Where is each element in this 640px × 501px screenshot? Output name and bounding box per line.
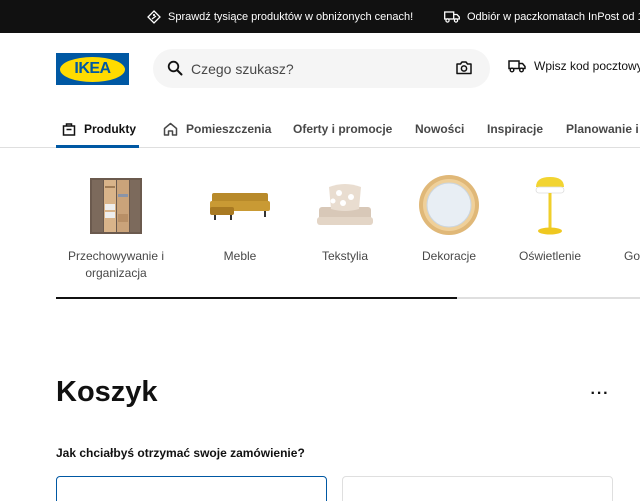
logo-text: IKEA: [74, 60, 111, 77]
tab-nowosci[interactable]: Nowości: [415, 110, 464, 148]
postcode-button[interactable]: Wpisz kod pocztowy: [508, 59, 640, 73]
mirror-image: [399, 170, 499, 240]
category-partial-label: Go: [624, 249, 640, 263]
ikea-logo[interactable]: IKEA: [56, 53, 129, 85]
delivery-option-2[interactable]: [342, 476, 613, 501]
category-storage[interactable]: Przechowywanie i organizacja: [66, 170, 166, 282]
promo-discounts-text: Sprawdź tysiące produktów w obniżonych c…: [168, 10, 414, 23]
tab-pomieszczenia[interactable]: Pomieszczenia: [163, 110, 271, 148]
tag-icon: [147, 9, 161, 24]
category-lighting-label: Oświetlenie: [518, 249, 582, 263]
tab-inspiracje[interactable]: Inspiracje: [487, 110, 543, 148]
tab-planowanie-label: Planowanie i: [566, 122, 639, 136]
page-title: Koszyk: [56, 376, 158, 408]
promo-inpost-text: Odbiór w paczkomatach InPost od 1,-: [467, 10, 640, 23]
tab-oferty-label: Oferty i promocje: [293, 122, 393, 136]
category-furniture[interactable]: Meble: [190, 170, 290, 265]
more-options-button[interactable]: ···: [584, 380, 616, 408]
promo-bar: Sprawdź tysiące produktów w obniżonych c…: [0, 0, 640, 33]
carousel-scroll-thumb[interactable]: [56, 297, 457, 299]
tab-nowosci-label: Nowości: [415, 122, 465, 136]
category-decorations-label: Dekoracje: [421, 249, 477, 263]
tab-produkty[interactable]: Produkty: [62, 110, 136, 148]
category-decorations[interactable]: Dekoracje: [399, 170, 499, 265]
active-tab-indicator: [56, 145, 139, 148]
wardrobe-image: [66, 170, 166, 240]
bag-icon: [62, 123, 76, 136]
delivery-truck-icon: [508, 60, 526, 73]
main-nav: Produkty Pomieszczenia Oferty i promocje…: [0, 110, 640, 148]
lamp-image: [500, 170, 600, 240]
tab-planowanie[interactable]: Planowanie i: [566, 110, 639, 148]
house-icon: [163, 122, 178, 136]
category-partial-image: [620, 170, 640, 240]
category-partial[interactable]: Go: [620, 170, 640, 265]
tab-pomieszczenia-label: Pomieszczenia: [186, 122, 272, 136]
bedding-image: [295, 170, 395, 240]
search-icon: [167, 60, 183, 76]
search-bar[interactable]: [153, 49, 490, 88]
postcode-label: Wpisz kod pocztowy: [534, 59, 640, 73]
tab-oferty[interactable]: Oferty i promocje: [293, 110, 392, 148]
truck-icon: [444, 10, 460, 23]
search-input[interactable]: [191, 57, 441, 80]
delivery-option-1[interactable]: [56, 476, 327, 501]
delivery-question: Jak chciałbyś otrzymać swoje zamówienie?: [56, 446, 305, 460]
tab-produkty-label: Produkty: [84, 122, 137, 136]
category-lighting[interactable]: Oświetlenie: [500, 170, 600, 265]
tab-inspiracje-label: Inspiracje: [487, 122, 544, 136]
category-textiles[interactable]: Tekstylia: [295, 170, 395, 265]
sofa-image: [190, 170, 290, 240]
promo-discounts[interactable]: Sprawdź tysiące produktów w obniżonych c…: [147, 0, 413, 33]
promo-inpost[interactable]: Odbiór w paczkomatach InPost od 1,-: [444, 0, 640, 33]
category-textiles-label: Tekstylia: [321, 249, 368, 263]
category-storage-label: Przechowywanie i organizacja: [67, 249, 165, 280]
logo-oval: IKEA: [60, 56, 125, 82]
category-furniture-label: Meble: [223, 249, 257, 263]
camera-icon[interactable]: [456, 60, 472, 75]
